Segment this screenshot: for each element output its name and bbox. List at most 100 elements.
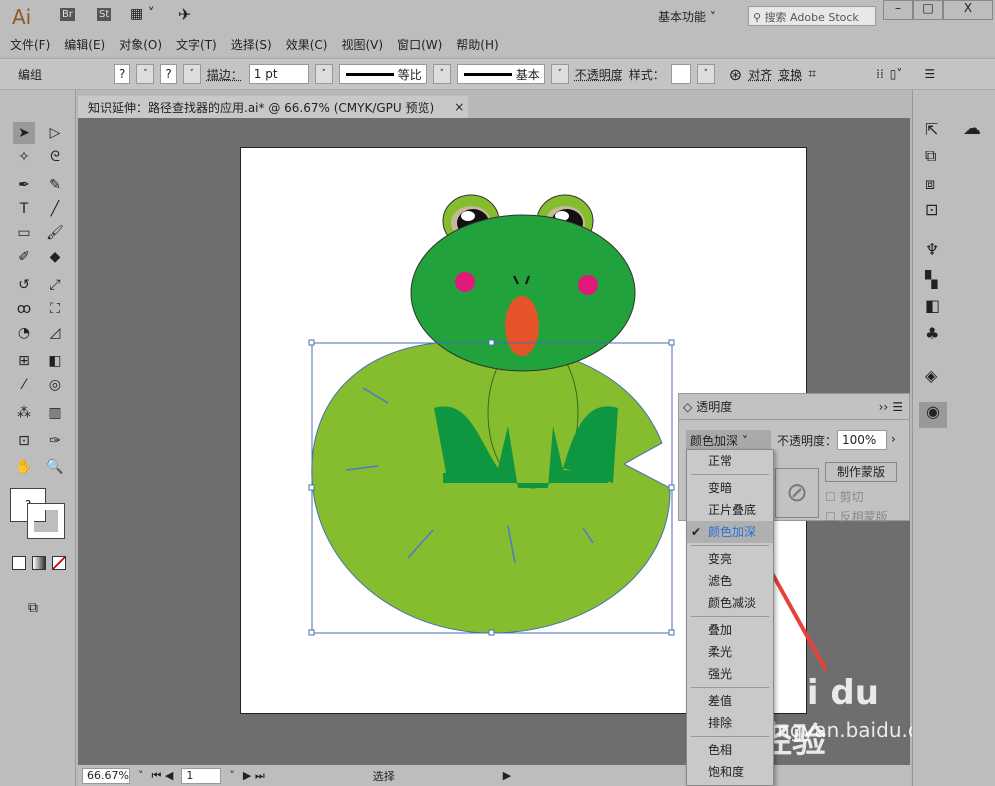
gradient-panel-icon[interactable]: ◧ bbox=[925, 296, 940, 315]
gpu-performance-icon[interactable]: ✈ bbox=[178, 5, 191, 24]
close-window-button[interactable]: X bbox=[943, 0, 993, 20]
artboard-number-input[interactable]: 1 bbox=[181, 768, 221, 784]
blend-option[interactable]: 强光 bbox=[687, 663, 773, 685]
warp-tool-icon[interactable]: ꝏ bbox=[13, 298, 35, 320]
transform-link[interactable]: 变换 bbox=[778, 66, 802, 83]
blend-option[interactable]: 色相 bbox=[687, 739, 773, 761]
blend-option[interactable]: 滤色 bbox=[687, 570, 773, 592]
curvature-tool-icon[interactable]: ✎ bbox=[44, 174, 66, 196]
artboard-dropdown[interactable]: ˅ bbox=[229, 769, 235, 782]
artboards-icon[interactable]: ⊡ bbox=[925, 200, 938, 219]
scale-tool-icon[interactable]: ⤢ bbox=[44, 274, 66, 296]
creative-cloud-libraries-icon[interactable]: ☁ bbox=[963, 118, 981, 139]
blend-option[interactable]: 饱和度 bbox=[687, 761, 773, 783]
shaper-tool-icon[interactable]: ✐ bbox=[13, 246, 35, 268]
magic-wand-tool-icon[interactable]: ✧ bbox=[13, 146, 35, 168]
none-mode-button[interactable] bbox=[52, 556, 66, 570]
blend-option[interactable]: 柔光 bbox=[687, 641, 773, 663]
symbol-sprayer-tool-icon[interactable]: ⁂ bbox=[13, 402, 35, 424]
panel-menu-icon[interactable]: ☰ bbox=[892, 400, 903, 414]
distribute-icon[interactable]: ⁞⁞ bbox=[876, 67, 884, 81]
arrange-documents-icon[interactable]: ▦ ˅ bbox=[130, 6, 155, 22]
maximize-button[interactable]: □ bbox=[913, 0, 943, 20]
layers-icon[interactable]: ◈ bbox=[925, 366, 937, 385]
brushes-icon[interactable]: ♆ bbox=[925, 240, 939, 259]
column-graph-tool-icon[interactable]: ▥ bbox=[44, 402, 66, 424]
stock-button[interactable]: St bbox=[97, 8, 111, 21]
isolate-icon[interactable]: ⌗ bbox=[808, 66, 816, 82]
blend-option[interactable]: 排除 bbox=[687, 712, 773, 734]
screen-mode-icon[interactable]: ⧉ bbox=[28, 600, 38, 616]
status-menu-arrow[interactable]: ▶ bbox=[503, 769, 511, 782]
bridge-button[interactable]: Br bbox=[60, 8, 75, 21]
rectangle-tool-icon[interactable]: ▭ bbox=[13, 222, 35, 244]
menu-file[interactable]: 文件(F) bbox=[10, 36, 50, 53]
close-document-icon[interactable]: × bbox=[454, 100, 464, 114]
line-tool-icon[interactable]: ╱ bbox=[44, 198, 66, 220]
document-tab[interactable]: 知识延伸：路径查找器的应用.ai* @ 66.67% (CMYK/GPU 预览)… bbox=[78, 96, 468, 118]
mesh-tool-icon[interactable]: ⊞ bbox=[13, 350, 35, 372]
minimize-button[interactable]: – bbox=[883, 0, 913, 20]
zoom-dropdown[interactable]: ˅ bbox=[138, 769, 144, 782]
blend-option[interactable]: 差值 bbox=[687, 690, 773, 712]
variable-width-profile[interactable]: 等比 bbox=[339, 64, 427, 84]
blend-option[interactable]: 变暗 bbox=[687, 477, 773, 499]
blend-option[interactable]: 变亮 bbox=[687, 548, 773, 570]
direct-selection-tool-icon[interactable]: ▷ bbox=[44, 122, 66, 144]
blend-tool-icon[interactable]: ◎ bbox=[44, 374, 66, 396]
menu-select[interactable]: 选择(S) bbox=[231, 36, 272, 53]
pen-tool-icon[interactable]: ✒ bbox=[13, 174, 35, 196]
menu-effect[interactable]: 效果(C) bbox=[286, 36, 328, 53]
type-tool-icon[interactable]: T bbox=[13, 198, 35, 220]
stroke-swatch[interactable]: ? bbox=[160, 64, 176, 84]
recolor-icon[interactable]: ⊛ bbox=[729, 65, 742, 84]
transparency-panel-icon[interactable]: ◉ bbox=[919, 402, 947, 428]
rotate-tool-icon[interactable]: ↺ bbox=[13, 274, 35, 296]
style-swatch[interactable] bbox=[671, 64, 691, 84]
zoom-tool-icon[interactable]: 🔍 bbox=[44, 456, 66, 478]
hand-tool-icon[interactable]: ✋ bbox=[13, 456, 35, 478]
blend-option[interactable]: 颜色减淡 bbox=[687, 592, 773, 614]
zoom-level-input[interactable]: 66.67% bbox=[82, 768, 130, 784]
stroke-weight-input[interactable]: 1 pt bbox=[249, 64, 309, 84]
pathfinder-icon[interactable]: ⧉ bbox=[925, 146, 936, 166]
menu-type[interactable]: 文字(T) bbox=[176, 36, 217, 53]
blend-option[interactable]: 正片叠底 bbox=[687, 499, 773, 521]
menu-edit[interactable]: 编辑(E) bbox=[64, 36, 105, 53]
stroke-dropdown[interactable]: ˅ bbox=[183, 64, 201, 84]
fill-dropdown[interactable]: ˅ bbox=[136, 64, 154, 84]
menu-view[interactable]: 视图(V) bbox=[341, 36, 383, 53]
selection-tool-icon[interactable]: ➤ bbox=[13, 122, 35, 144]
make-mask-button[interactable]: 制作蒙版 bbox=[825, 462, 897, 482]
menu-help[interactable]: 帮助(H) bbox=[456, 36, 498, 53]
control-menu-icon[interactable]: ☰ bbox=[924, 67, 935, 81]
profile-dropdown[interactable]: ˅ bbox=[433, 64, 451, 84]
invert-mask-checkbox[interactable]: ☐ 反相蒙版 bbox=[825, 508, 888, 525]
gradient-mode-button[interactable] bbox=[32, 556, 46, 570]
perspective-grid-tool-icon[interactable]: ◿ bbox=[44, 322, 66, 344]
panel-expand-icon[interactable]: ›› bbox=[879, 400, 889, 414]
next-artboard-button[interactable]: ▶ ⏭ bbox=[243, 769, 265, 783]
stroke-color-box[interactable] bbox=[28, 504, 64, 538]
align-link[interactable]: 对齐 bbox=[748, 66, 772, 83]
workspace-switcher[interactable]: 基本功能 ˅ bbox=[658, 8, 716, 25]
opacity-input[interactable]: 100% bbox=[837, 430, 887, 450]
blend-option[interactable]: 正常 bbox=[687, 450, 773, 472]
blend-option[interactable]: 叠加 bbox=[687, 619, 773, 641]
blend-mode-select[interactable]: 颜色加深 ˅ bbox=[686, 430, 771, 450]
asset-export-icon[interactable]: ⧈ bbox=[925, 174, 935, 194]
artboard-tool-icon[interactable]: ⊡ bbox=[13, 430, 35, 452]
stroke-label[interactable]: 描边： bbox=[207, 66, 243, 83]
slice-tool-icon[interactable]: ✑ bbox=[44, 430, 66, 452]
collapse-icon[interactable]: ◇ bbox=[683, 400, 692, 414]
gradient-tool-icon[interactable]: ◧ bbox=[44, 350, 66, 372]
eyedropper-tool-icon[interactable]: ⁄ bbox=[13, 374, 35, 396]
brush-dropdown[interactable]: ˅ bbox=[551, 64, 569, 84]
stroke-weight-dropdown[interactable]: ˅ bbox=[315, 64, 333, 84]
color-mode-button[interactable] bbox=[12, 556, 26, 570]
stock-search-input[interactable]: ⚲ 搜索 Adobe Stock bbox=[748, 6, 876, 26]
lasso-tool-icon[interactable]: ᘓ bbox=[44, 146, 66, 168]
fill-swatch[interactable]: ? bbox=[114, 64, 130, 84]
paintbrush-tool-icon[interactable]: 🖌 bbox=[44, 222, 66, 244]
menu-object[interactable]: 对象(O) bbox=[119, 36, 162, 53]
